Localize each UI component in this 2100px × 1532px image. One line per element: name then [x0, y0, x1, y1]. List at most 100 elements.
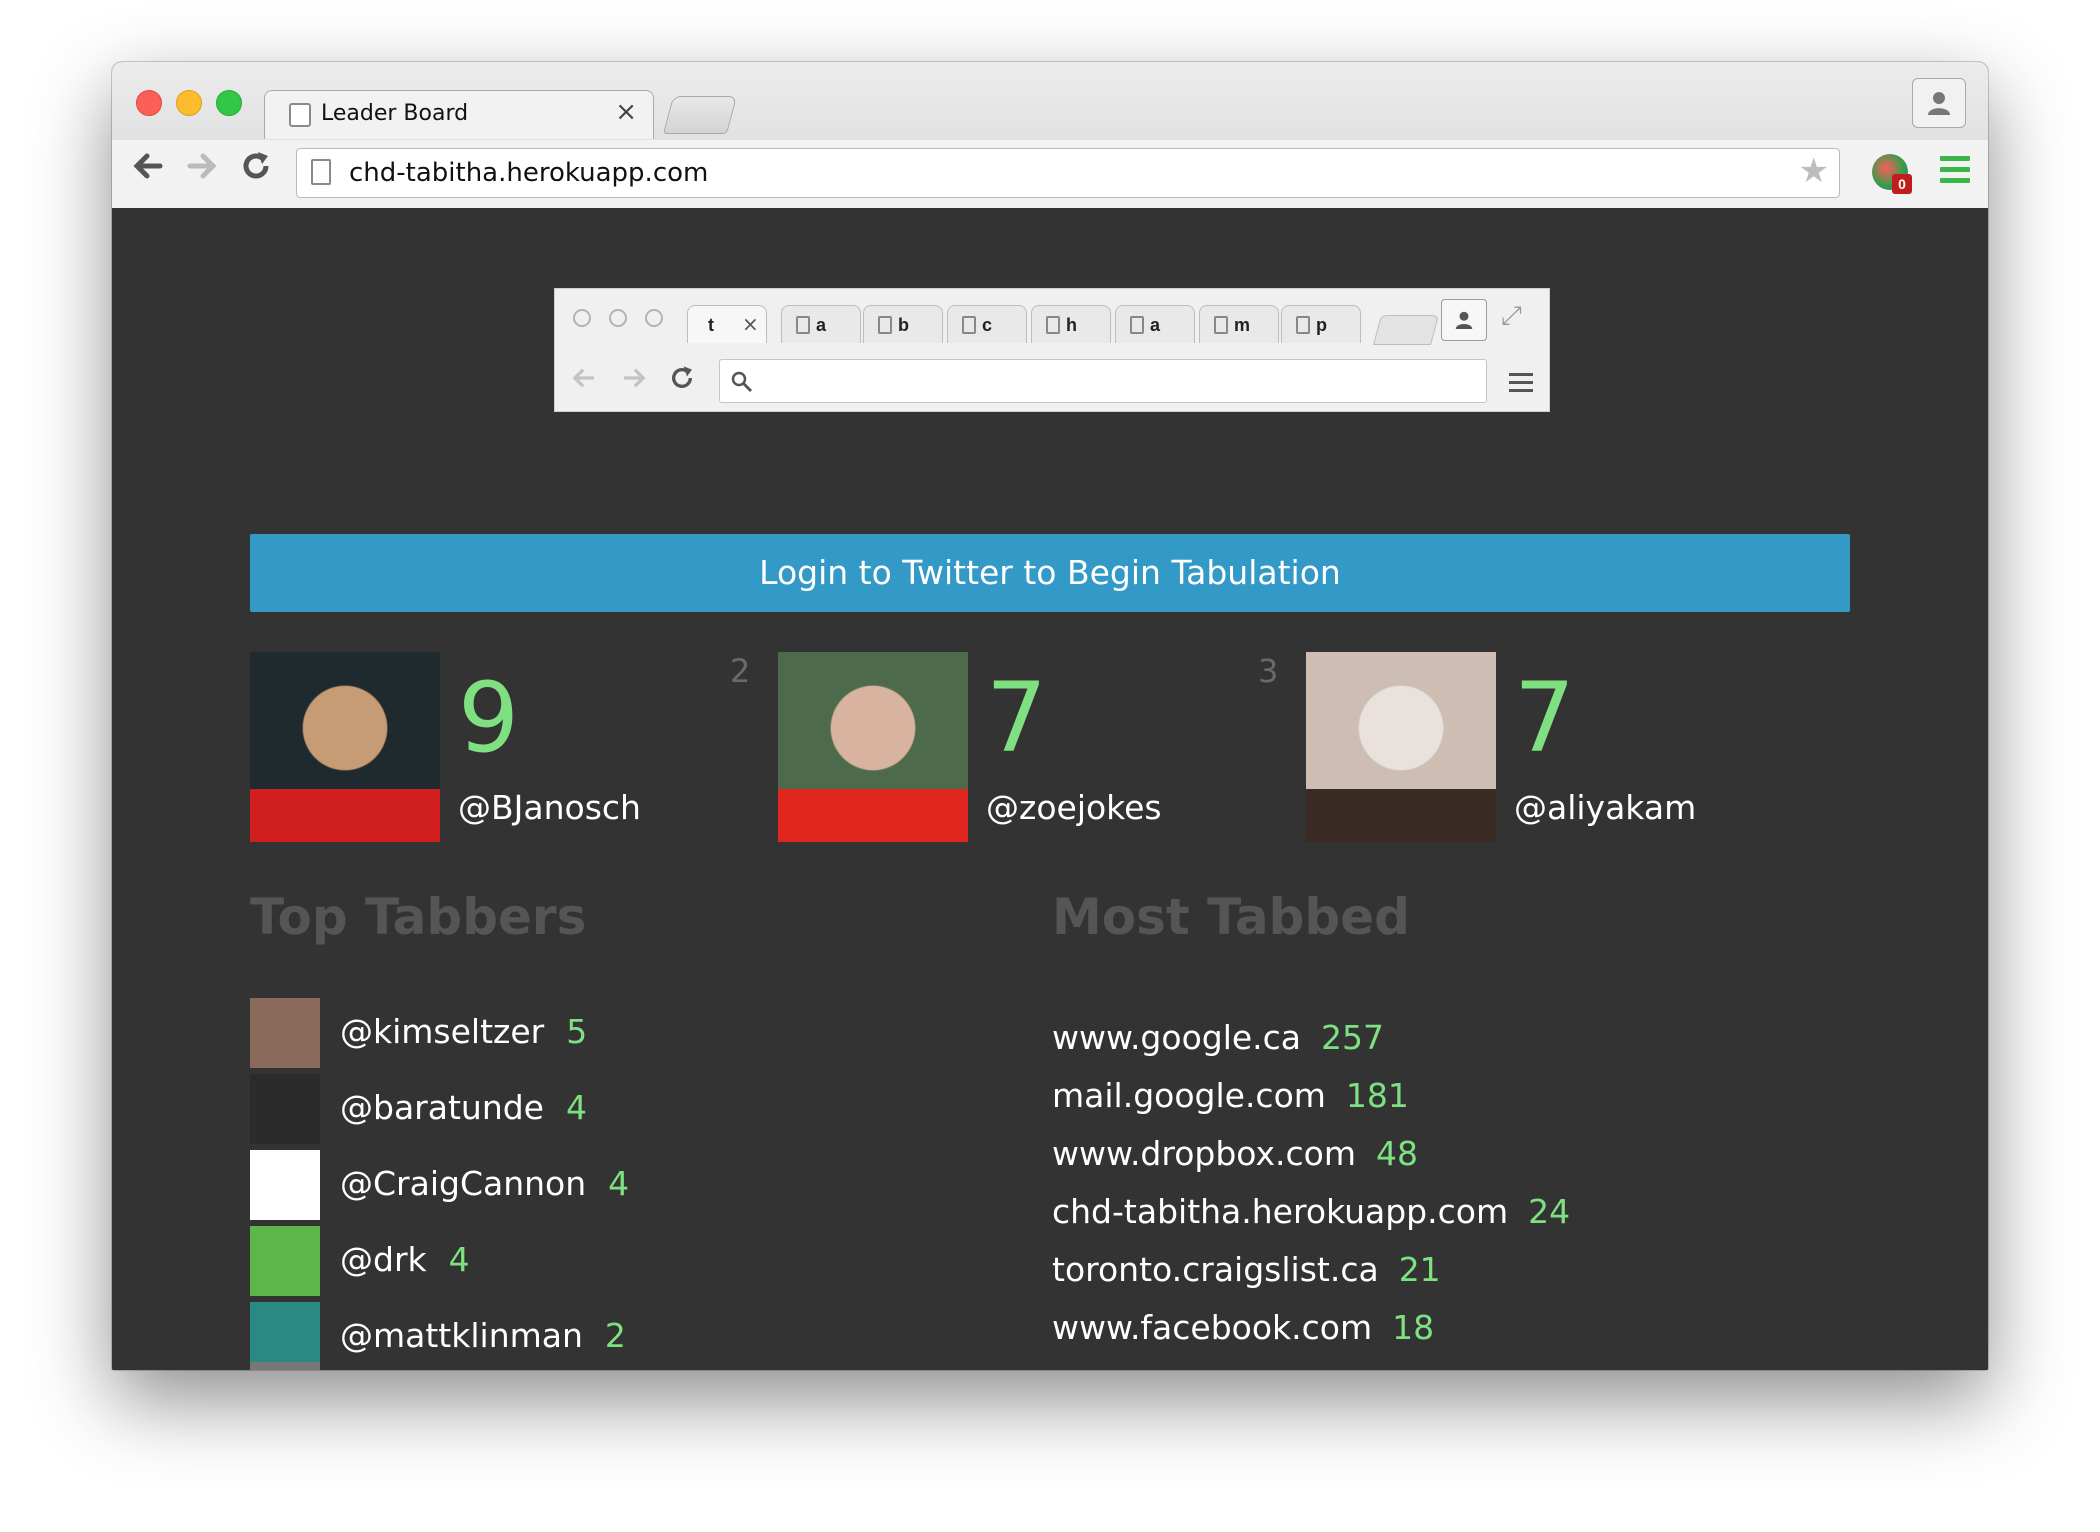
tabber-count: 4 — [448, 1240, 470, 1279]
leader-handle[interactable]: @BJanosch — [458, 788, 641, 827]
tab-title: Leader Board — [321, 101, 469, 126]
mini-tab-label: t — [708, 315, 714, 335]
address-bar[interactable]: chd-tabitha.herokuapp.com ★ — [296, 148, 1840, 198]
mini-tab-label: p — [1316, 315, 1327, 335]
site-domain[interactable]: www.google.ca — [1052, 1018, 1301, 1057]
site-count: 18 — [1392, 1308, 1435, 1347]
avatar[interactable] — [250, 998, 320, 1068]
page-icon — [1130, 316, 1144, 334]
tabber-count: 2 — [604, 1316, 626, 1355]
avatar[interactable] — [1306, 652, 1496, 842]
mini-tab-label: h — [1066, 315, 1077, 335]
site-count: 21 — [1398, 1250, 1441, 1289]
back-arrow-icon — [569, 363, 599, 398]
list-item[interactable]: drive.google.com 16 — [1052, 1366, 1401, 1370]
leader-handle[interactable]: @aliyakam — [1514, 788, 1696, 827]
mini-tab: h — [1031, 305, 1111, 343]
tabber-entry: @kimseltzer 5 — [340, 1012, 587, 1051]
user-icon — [1441, 299, 1487, 341]
site-count: 16 — [1359, 1366, 1401, 1370]
forward-arrow-icon — [619, 363, 649, 398]
tabber-entry: @mattklinman 2 — [340, 1316, 626, 1355]
avatar[interactable] — [250, 1226, 320, 1296]
mini-tab: a — [1115, 305, 1195, 343]
leader-score: 7 — [1514, 662, 1576, 774]
tab-leader-board[interactable]: Leader Board × — [264, 90, 654, 139]
site-domain[interactable]: toronto.craigslist.ca — [1052, 1250, 1379, 1289]
leader-card: 2 7 @zoejokes — [730, 652, 1250, 842]
tabber-handle[interactable]: @baratunde — [340, 1088, 544, 1127]
avatar[interactable] — [250, 1074, 320, 1144]
browser-chrome: Leader Board × chd-tabitha.herokuapp.com — [112, 62, 1988, 209]
menu-icon[interactable] — [1940, 156, 1970, 189]
site-count: 24 — [1528, 1192, 1571, 1231]
dot-icon — [609, 309, 627, 327]
leader-rank: 3 — [1258, 652, 1279, 690]
address-url[interactable]: chd-tabitha.herokuapp.com — [349, 158, 708, 188]
avatar[interactable] — [778, 652, 968, 842]
avatar[interactable] — [250, 652, 440, 842]
tabber-count: 4 — [565, 1088, 587, 1127]
site-domain[interactable]: mail.google.com — [1052, 1076, 1326, 1115]
mini-tab: a — [781, 305, 861, 343]
site-domain[interactable]: chd-tabitha.herokuapp.com — [1052, 1192, 1508, 1231]
tabber-count: 5 — [566, 1012, 588, 1051]
close-icon: × — [742, 312, 759, 336]
page-icon — [1296, 316, 1310, 334]
tabber-entry: @drk 4 — [340, 1240, 470, 1279]
mini-tab: t × — [687, 305, 767, 343]
list-item[interactable]: www.facebook.com 18 — [1052, 1308, 1434, 1347]
list-item[interactable]: mail.google.com 181 — [1052, 1076, 1409, 1115]
mini-tab-label: m — [1234, 315, 1251, 335]
close-window-button[interactable] — [136, 90, 162, 116]
site-domain[interactable]: www.dropbox.com — [1052, 1134, 1356, 1173]
site-count: 257 — [1321, 1018, 1385, 1057]
tab-close-icon[interactable]: × — [615, 97, 637, 127]
profile-button[interactable] — [1912, 78, 1966, 128]
menu-icon — [1509, 373, 1533, 397]
tabber-count: 4 — [608, 1164, 630, 1203]
tabber-handle[interactable]: @kimseltzer — [340, 1012, 544, 1051]
tabber-handle[interactable]: @CraigCannon — [340, 1164, 586, 1203]
page-icon — [289, 103, 311, 127]
page-icon — [1046, 316, 1060, 334]
minimize-window-button[interactable] — [176, 90, 202, 116]
leader-score: 7 — [986, 662, 1048, 774]
page-icon — [878, 316, 892, 334]
tabber-handle[interactable]: @mattklinman — [340, 1316, 583, 1355]
avatar[interactable] — [250, 1150, 320, 1220]
tabber-entry: @CraigCannon 4 — [340, 1164, 629, 1203]
page-icon — [962, 316, 976, 334]
leader-handle[interactable]: @zoejokes — [986, 788, 1162, 827]
browser-illustration: t × a b c h a m p ⤢ — [554, 288, 1550, 412]
avatar[interactable] — [250, 1302, 320, 1370]
list-item[interactable]: www.dropbox.com 48 — [1052, 1134, 1418, 1173]
leader-card: 9 @BJanosch — [202, 652, 722, 842]
site-domain[interactable]: www.facebook.com — [1052, 1308, 1372, 1347]
reload-icon[interactable] — [238, 148, 274, 191]
expand-icon: ⤢ — [1501, 301, 1522, 331]
login-twitter-button[interactable]: Login to Twitter to Begin Tabulation — [250, 534, 1850, 612]
tabber-handle[interactable]: @drk — [340, 1240, 427, 1279]
back-arrow-icon[interactable] — [130, 148, 166, 191]
list-item[interactable]: chd-tabitha.herokuapp.com 24 — [1052, 1192, 1570, 1231]
zoom-window-button[interactable] — [216, 90, 242, 116]
avatar — [250, 1362, 320, 1370]
mini-tab: c — [947, 305, 1027, 343]
toolbar: chd-tabitha.herokuapp.com ★ 0 — [112, 140, 1988, 208]
tabber-entry: @baratunde 4 — [340, 1088, 587, 1127]
dot-icon — [573, 309, 591, 327]
list-item[interactable]: toronto.craigslist.ca 21 — [1052, 1250, 1441, 1289]
leader-score: 9 — [458, 662, 520, 774]
page-content: t × a b c h a m p ⤢ Login to Twitter to Begin Ta… — [112, 208, 1988, 1370]
mini-tab: p — [1281, 305, 1361, 343]
site-count: 48 — [1375, 1134, 1418, 1173]
site-domain[interactable]: drive.google.com — [1052, 1366, 1339, 1370]
search-icon — [731, 371, 753, 393]
new-tab-button[interactable] — [662, 96, 738, 134]
forward-arrow-icon[interactable] — [184, 148, 220, 191]
bookmark-star-icon[interactable]: ★ — [1799, 151, 1829, 191]
new-tab-illustration — [1372, 315, 1440, 345]
top-tabbers-title: Top Tabbers — [250, 888, 587, 946]
list-item[interactable]: www.google.ca 257 — [1052, 1018, 1384, 1057]
